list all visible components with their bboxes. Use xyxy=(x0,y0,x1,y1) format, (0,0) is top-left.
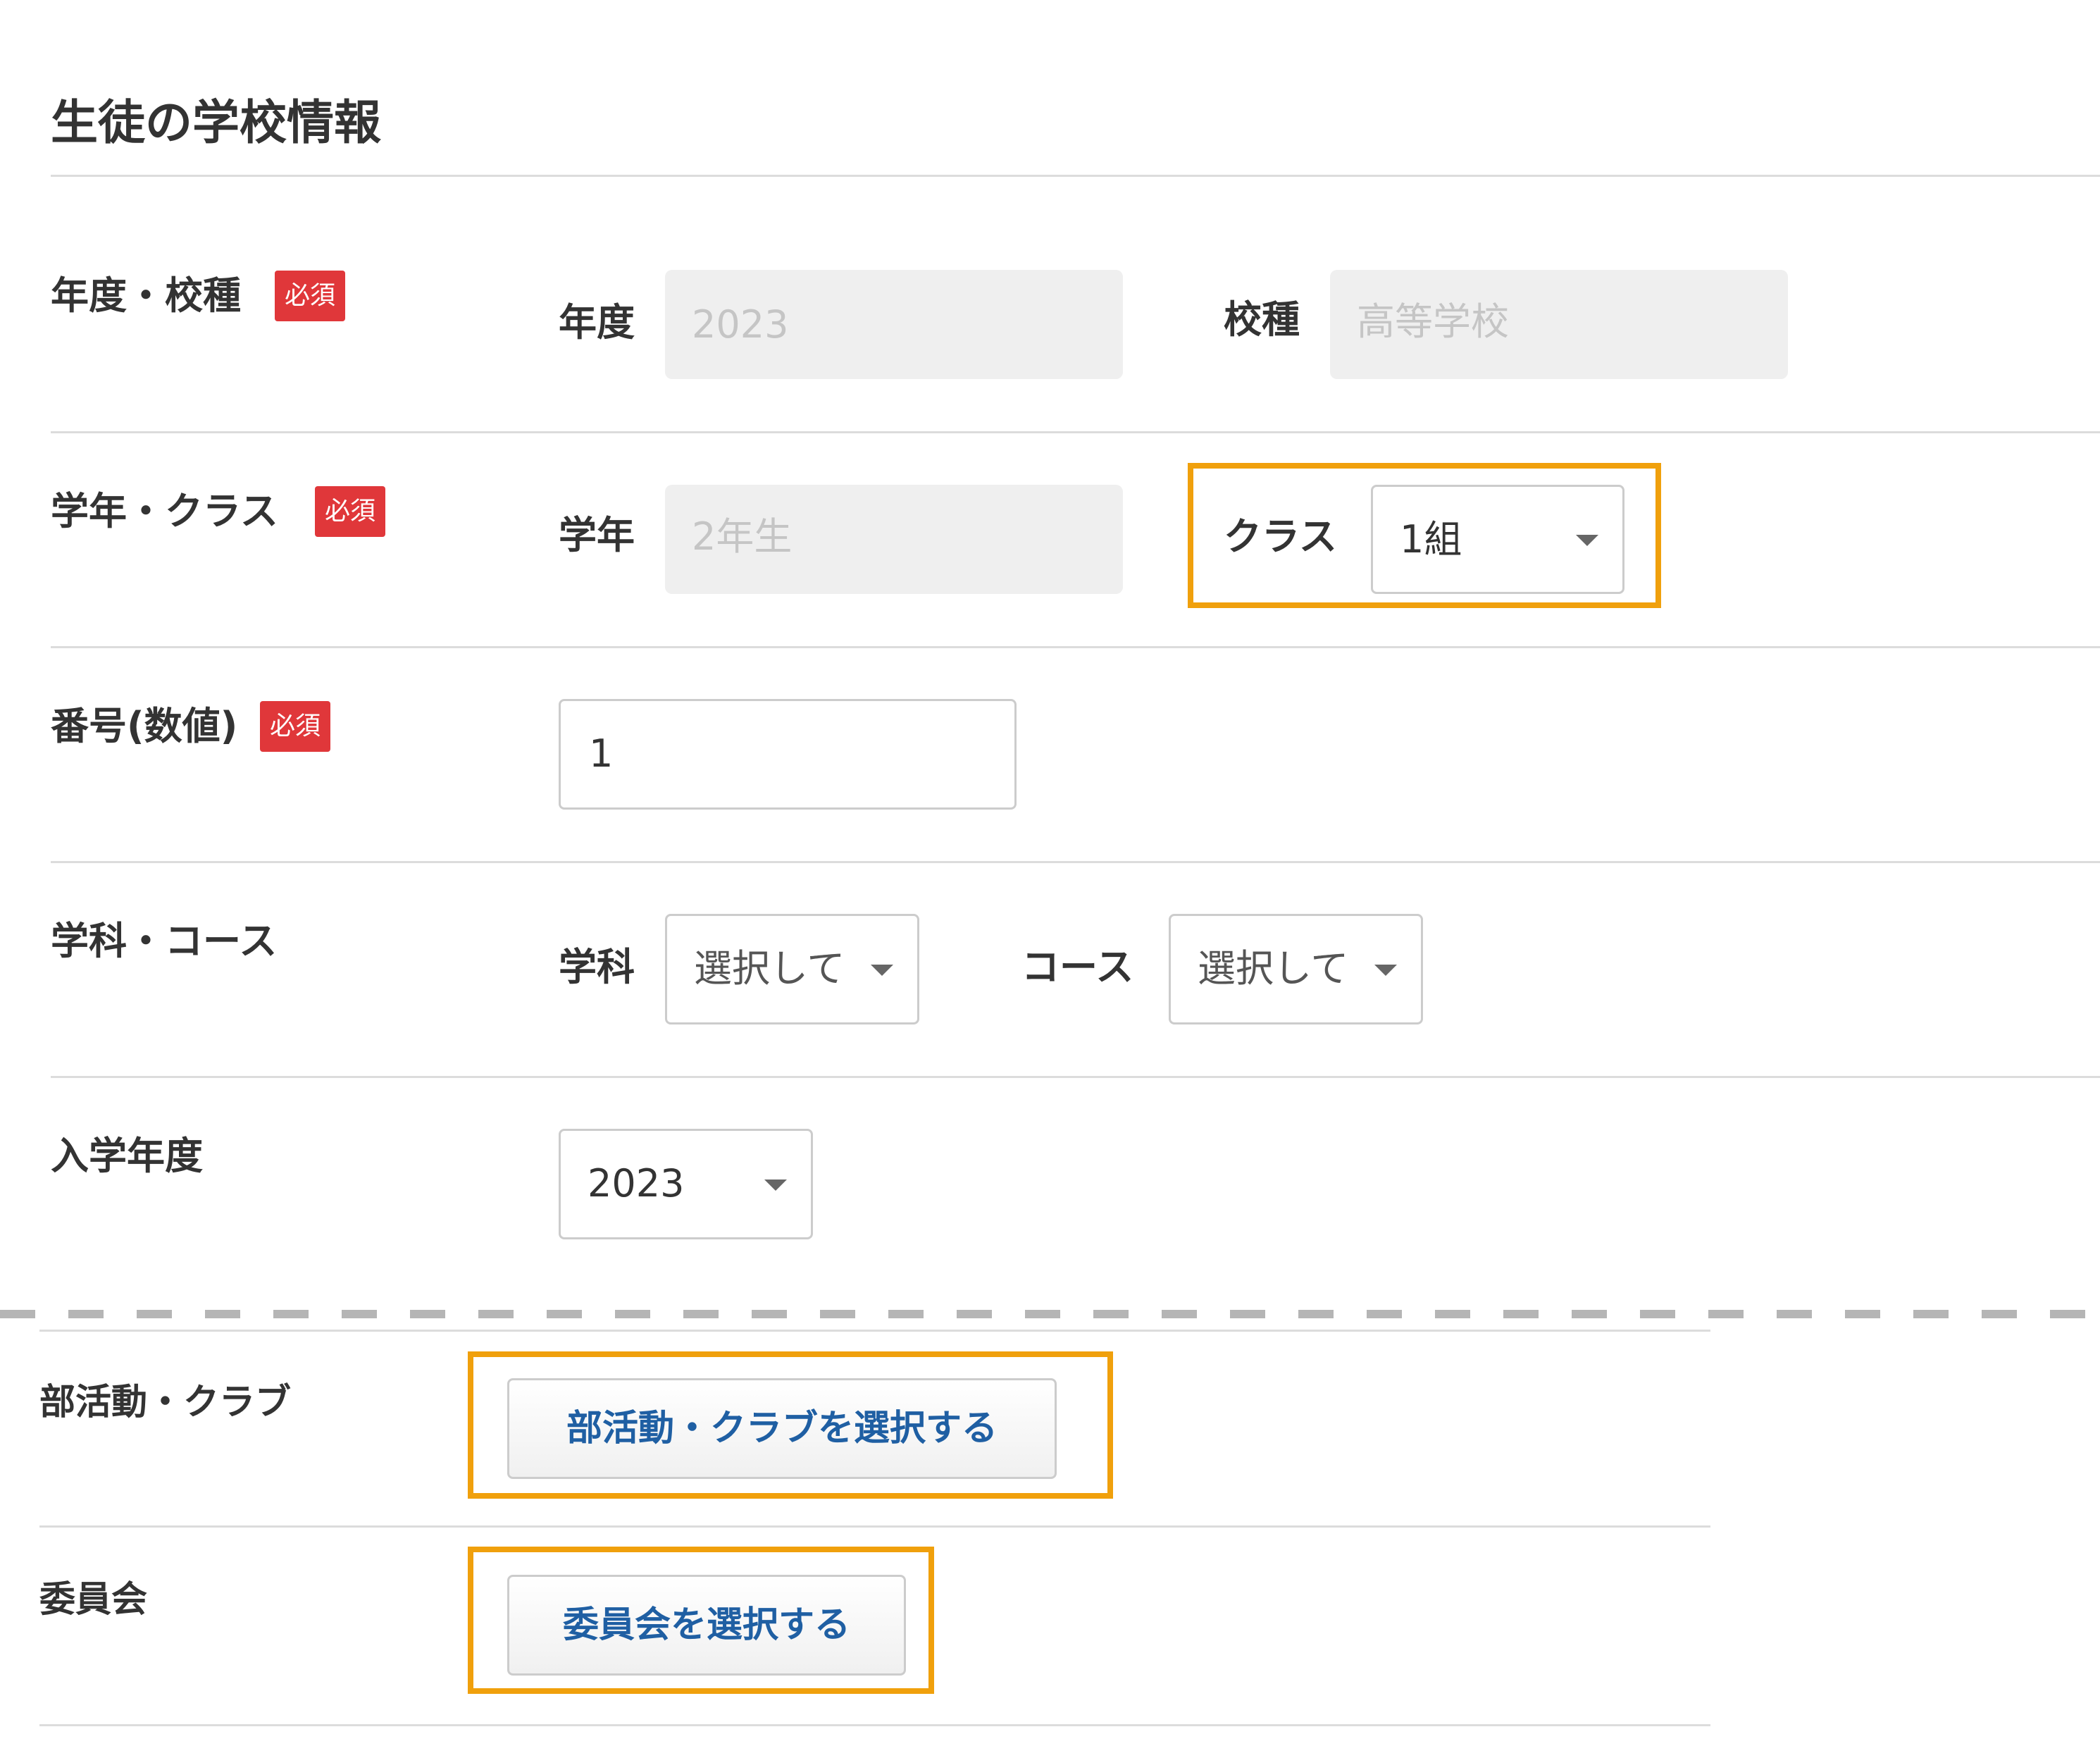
divider xyxy=(51,861,2100,863)
number-input[interactable]: 1 xyxy=(559,699,1017,810)
field-label-course: コース xyxy=(1021,945,1134,989)
divider xyxy=(39,1330,1710,1332)
chevron-down-icon xyxy=(1374,965,1397,976)
student-school-info-form: 生徒の学校情報 年度・校種 必須 年度 2023 校種 高等学校 学年・クラス … xyxy=(0,0,2100,1746)
row-label-committee: 委員会 xyxy=(39,1579,148,1621)
class-select-value: 1組 xyxy=(1400,517,1462,562)
department-select[interactable]: 選択して xyxy=(665,914,919,1024)
field-label-grade: 学年 xyxy=(559,513,635,557)
row-label-number: 番号(数値) xyxy=(51,704,238,748)
row-label-admission-year: 入学年度 xyxy=(51,1134,203,1178)
row-label-club: 部活動・クラブ xyxy=(39,1382,292,1423)
chevron-down-icon xyxy=(1576,535,1598,546)
required-badge: 必須 xyxy=(275,271,346,321)
divider xyxy=(51,646,2100,648)
class-select[interactable]: 1組 xyxy=(1371,485,1624,594)
select-club-button[interactable]: 部活動・クラブを選択する xyxy=(507,1378,1057,1479)
admission-year-select-value: 2023 xyxy=(588,1161,685,1206)
select-committee-button[interactable]: 委員会を選択する xyxy=(507,1575,906,1676)
dashed-separator xyxy=(0,1310,2100,1318)
row-label-grade-class: 学年・クラス xyxy=(51,489,278,533)
row-label-year-type: 年度・校種 xyxy=(51,273,241,318)
required-badge: 必須 xyxy=(260,701,331,752)
chevron-down-icon xyxy=(764,1180,787,1191)
required-badge: 必須 xyxy=(315,486,386,537)
divider xyxy=(51,431,2100,433)
chevron-down-icon xyxy=(871,965,893,976)
admission-year-select[interactable]: 2023 xyxy=(559,1129,813,1239)
field-label-year: 年度 xyxy=(559,300,635,345)
course-select-value: 選択して xyxy=(1198,946,1349,991)
course-select[interactable]: 選択して xyxy=(1169,914,1423,1024)
divider xyxy=(39,1724,1710,1726)
year-readonly-field: 2023 xyxy=(665,270,1123,379)
grade-readonly-field: 2年生 xyxy=(665,485,1123,594)
section-title: 生徒の学校情報 xyxy=(51,95,381,150)
school-type-readonly-field: 高等学校 xyxy=(1330,270,1788,379)
field-label-school-type: 校種 xyxy=(1224,297,1300,342)
divider xyxy=(51,1076,2100,1078)
row-label-dept-course: 学科・コース xyxy=(51,919,278,963)
field-label-class: クラス xyxy=(1224,514,1337,559)
department-select-value: 選択して xyxy=(694,946,845,991)
divider xyxy=(51,175,2100,177)
field-label-dept: 学科 xyxy=(559,945,635,989)
divider xyxy=(39,1525,1710,1528)
